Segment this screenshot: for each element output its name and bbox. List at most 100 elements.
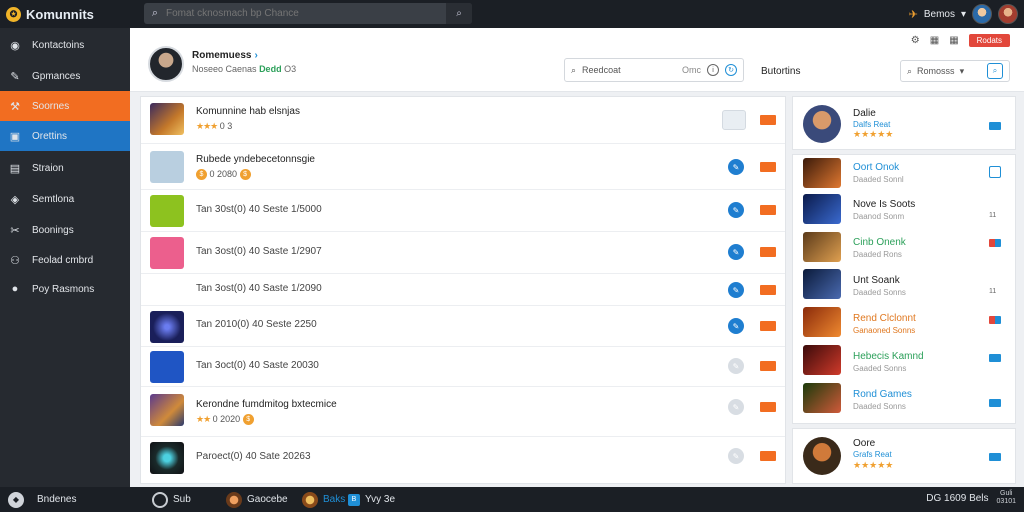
list-item[interactable]: Kerondne fumdmitog bxtecmice ★★ 0 2020 $… [141, 387, 785, 437]
list-item[interactable]: Tan 3oct(0) 40 Saste 20030 ✎ [141, 347, 785, 387]
list-item[interactable]: Tan 3ost(0) 40 Saste 1/2907 ✎ [141, 232, 785, 274]
orange-badge[interactable] [760, 451, 776, 461]
bottom-tab[interactable]: Gaocebe [226, 491, 288, 508]
card-badge[interactable] [989, 354, 1001, 362]
orange-badge[interactable] [760, 285, 776, 295]
grid-icon[interactable]: ▦ [930, 35, 939, 46]
bottom-tab[interactable]: B Yvy 3e [348, 491, 395, 508]
chevron-down-icon[interactable]: ▾ [961, 9, 966, 20]
filter-label: Romosss [917, 66, 955, 76]
list-item[interactable]: Paroect(0) 40 Sate 20263 ✎ [141, 437, 785, 483]
avatar[interactable] [998, 4, 1018, 24]
orange-badge[interactable] [760, 162, 776, 172]
avatar [803, 437, 841, 475]
sidebar: ◉ Kontactoins ✎ Gpmances ⚒ Soornes ▣ Orettin… [0, 28, 130, 487]
card-badge[interactable] [989, 316, 1001, 324]
edit-button[interactable]: ✎ [728, 244, 744, 260]
right-list: Oort Onok Daaded Sonnl Nove Is Soots Daa… [792, 154, 1016, 424]
edit-button[interactable]: ✎ [728, 282, 744, 298]
filter-icon[interactable]: ⌕ [987, 63, 1003, 79]
edit-button[interactable]: ✎ [728, 448, 744, 464]
edit-button[interactable]: ✎ [728, 399, 744, 415]
top-user-menu[interactable]: ✈ Bemos ▾ [909, 3, 1018, 25]
sidebar-item-label: Semtlona [32, 193, 75, 205]
sidebar-item-poy-rasmons[interactable]: ● Poy Rasmons [0, 274, 130, 304]
sidebar-item-straion[interactable]: ▤ Straion [0, 153, 130, 183]
card-badge[interactable] [989, 453, 1001, 461]
orange-badge[interactable] [760, 205, 776, 215]
edit-button[interactable]: ✎ [728, 358, 744, 374]
item-name[interactable]: Cinb Onenk [853, 237, 906, 248]
profile-name[interactable]: Romemuess › [192, 50, 258, 61]
sidebar-item-orettins[interactable]: ▣ Orettins [0, 121, 130, 151]
list-item[interactable]: Komunnine hab elsnjas ★★★ 0 3 [141, 97, 785, 144]
app-logo[interactable]: ✪ Komunnits [6, 4, 94, 24]
sidebar-item-boonings[interactable]: ✂ Boonings [0, 215, 130, 245]
item-sub: Daaded Sonns [853, 288, 906, 297]
orange-badge[interactable] [760, 115, 776, 125]
item-name[interactable]: Rend Clclonnt [853, 313, 916, 324]
bottom-tab[interactable]: Sub [152, 491, 191, 508]
disk-icon [152, 491, 168, 508]
search-input[interactable] [166, 3, 446, 24]
card-badge[interactable] [989, 166, 1001, 178]
item-square-button[interactable] [722, 110, 746, 130]
orange-badge[interactable] [760, 321, 776, 331]
edit-button[interactable]: ✎ [728, 318, 744, 334]
clock-top: Guli [1000, 490, 1013, 497]
card-badge[interactable] [989, 122, 1001, 130]
orange-badge[interactable] [760, 361, 776, 371]
item-name[interactable]: Hebecis Kamnd [853, 351, 924, 362]
item-name[interactable]: Rond Games [853, 389, 912, 400]
sidebar-item-kontactoins[interactable]: ◉ Kontactoins [0, 30, 130, 60]
search-submit-button[interactable]: ⌕ [446, 3, 472, 24]
bottom-tab[interactable]: Baks [302, 491, 345, 508]
sidebar-item-label: Straion [32, 162, 64, 174]
tool-icon: ✎ [10, 70, 20, 83]
info-icon[interactable]: i [707, 64, 719, 76]
item-sub: Daaded Sonnl [853, 175, 904, 184]
item-name[interactable]: Unt Soank [853, 275, 900, 286]
avatar [803, 105, 841, 143]
sidebar-item-gpmances[interactable]: ✎ Gpmances [0, 61, 130, 91]
edit-button[interactable]: ✎ [728, 159, 744, 175]
content-search[interactable]: ⌕ Reedcoat Omc i ↻ [564, 58, 744, 82]
featured-card[interactable]: Dalie Dalfs Reat ★★★★★ [792, 96, 1016, 150]
card-badge[interactable] [989, 399, 1001, 407]
orange-badge[interactable] [760, 402, 776, 412]
global-search[interactable]: ⌕ ⌕ [144, 3, 472, 24]
users-icon: ⚇ [10, 254, 20, 267]
item-name[interactable]: Oort Onok [853, 162, 899, 173]
featured-card[interactable]: Oore Grafs Reat ★★★★★ [792, 428, 1016, 484]
thumbnail [803, 269, 841, 299]
orange-badge[interactable] [760, 247, 776, 257]
bottom-tab-label: Baks [323, 494, 346, 505]
sidebar-item-soornes[interactable]: ⚒ Soornes [0, 91, 130, 121]
thumbnail [803, 158, 841, 188]
filter-dropdown[interactable]: ⌕ Romosss ▾ ⌕ [900, 60, 1010, 82]
item-name[interactable]: Nove Is Soots [853, 199, 915, 210]
sidebar-item-semtlona[interactable]: ◈ Semtlona [0, 184, 130, 214]
clock: Guli 03101 [997, 490, 1016, 506]
avatar[interactable] [972, 4, 992, 24]
sidebar-item-label: Gpmances [32, 70, 81, 82]
item-text: Tan 3ost(0) 40 Saste 1/2090 [196, 283, 322, 294]
refresh-icon[interactable]: ↻ [725, 64, 737, 76]
list-item[interactable]: Rubede yndebecetonnsgie $ 0 2080 $ ✎ [141, 144, 785, 190]
bottom-right-label: DG 1609 Bels [926, 492, 989, 504]
item-title: Kerondne fumdmitog bxtecmice [196, 399, 337, 410]
list-item[interactable]: Tan 2010(0) 40 Seste 2250 ✎ [141, 306, 785, 347]
grid-alt-icon[interactable]: ▦ [949, 35, 958, 46]
list-item[interactable]: Tan 3ost(0) 40 Saste 1/2090 ✎ [141, 274, 785, 306]
list-item[interactable]: Tan 30st(0) 40 Seste 1/5000 ✎ [141, 190, 785, 232]
item-sub: Ganaoned Sonns [853, 326, 916, 335]
edit-button[interactable]: ✎ [728, 202, 744, 218]
sidebar-item-feolad-cmbrd[interactable]: ⚇ Feolad cmbrd [0, 245, 130, 275]
hammer-icon: ⚒ [10, 100, 20, 113]
bottom-home[interactable]: ◆ Bndenes [8, 491, 76, 508]
avatar[interactable] [148, 46, 184, 82]
gear-icon[interactable]: ⚙ [911, 35, 920, 46]
action-button[interactable]: Rodats [968, 34, 1010, 47]
card-badge[interactable] [989, 239, 1001, 247]
thumbnail [803, 232, 841, 262]
